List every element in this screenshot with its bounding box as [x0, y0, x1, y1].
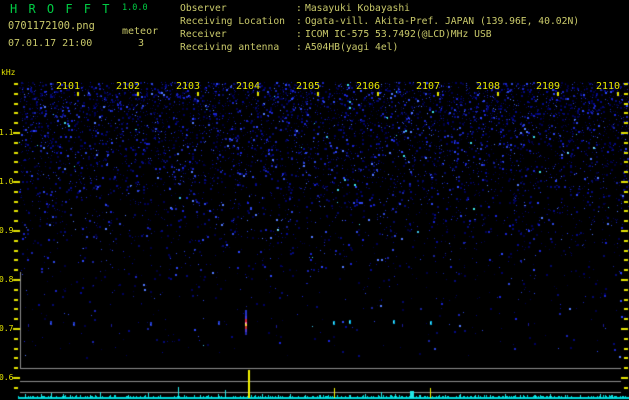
time-tick-label: 2110 — [596, 81, 621, 92]
time-tick-label: 2104 — [236, 81, 261, 92]
time-tick-label: 2108 — [476, 81, 501, 92]
time-axis: 2101 2102 2103 2104 2105 2106 2107 2108 2109 2110 — [0, 0, 629, 400]
time-tick-label: 2103 — [176, 81, 201, 92]
time-tick-label: 2101 — [56, 81, 81, 92]
time-tick-label: 2107 — [416, 81, 441, 92]
time-tick-label: 2109 — [536, 81, 561, 92]
time-tick-label: 2106 — [356, 81, 381, 92]
hrofft-screen: H R O F F T 1.0.0 0701172100.png meteor … — [0, 0, 629, 400]
time-tick-label: 2105 — [296, 81, 321, 92]
time-tick-label: 2102 — [116, 81, 141, 92]
